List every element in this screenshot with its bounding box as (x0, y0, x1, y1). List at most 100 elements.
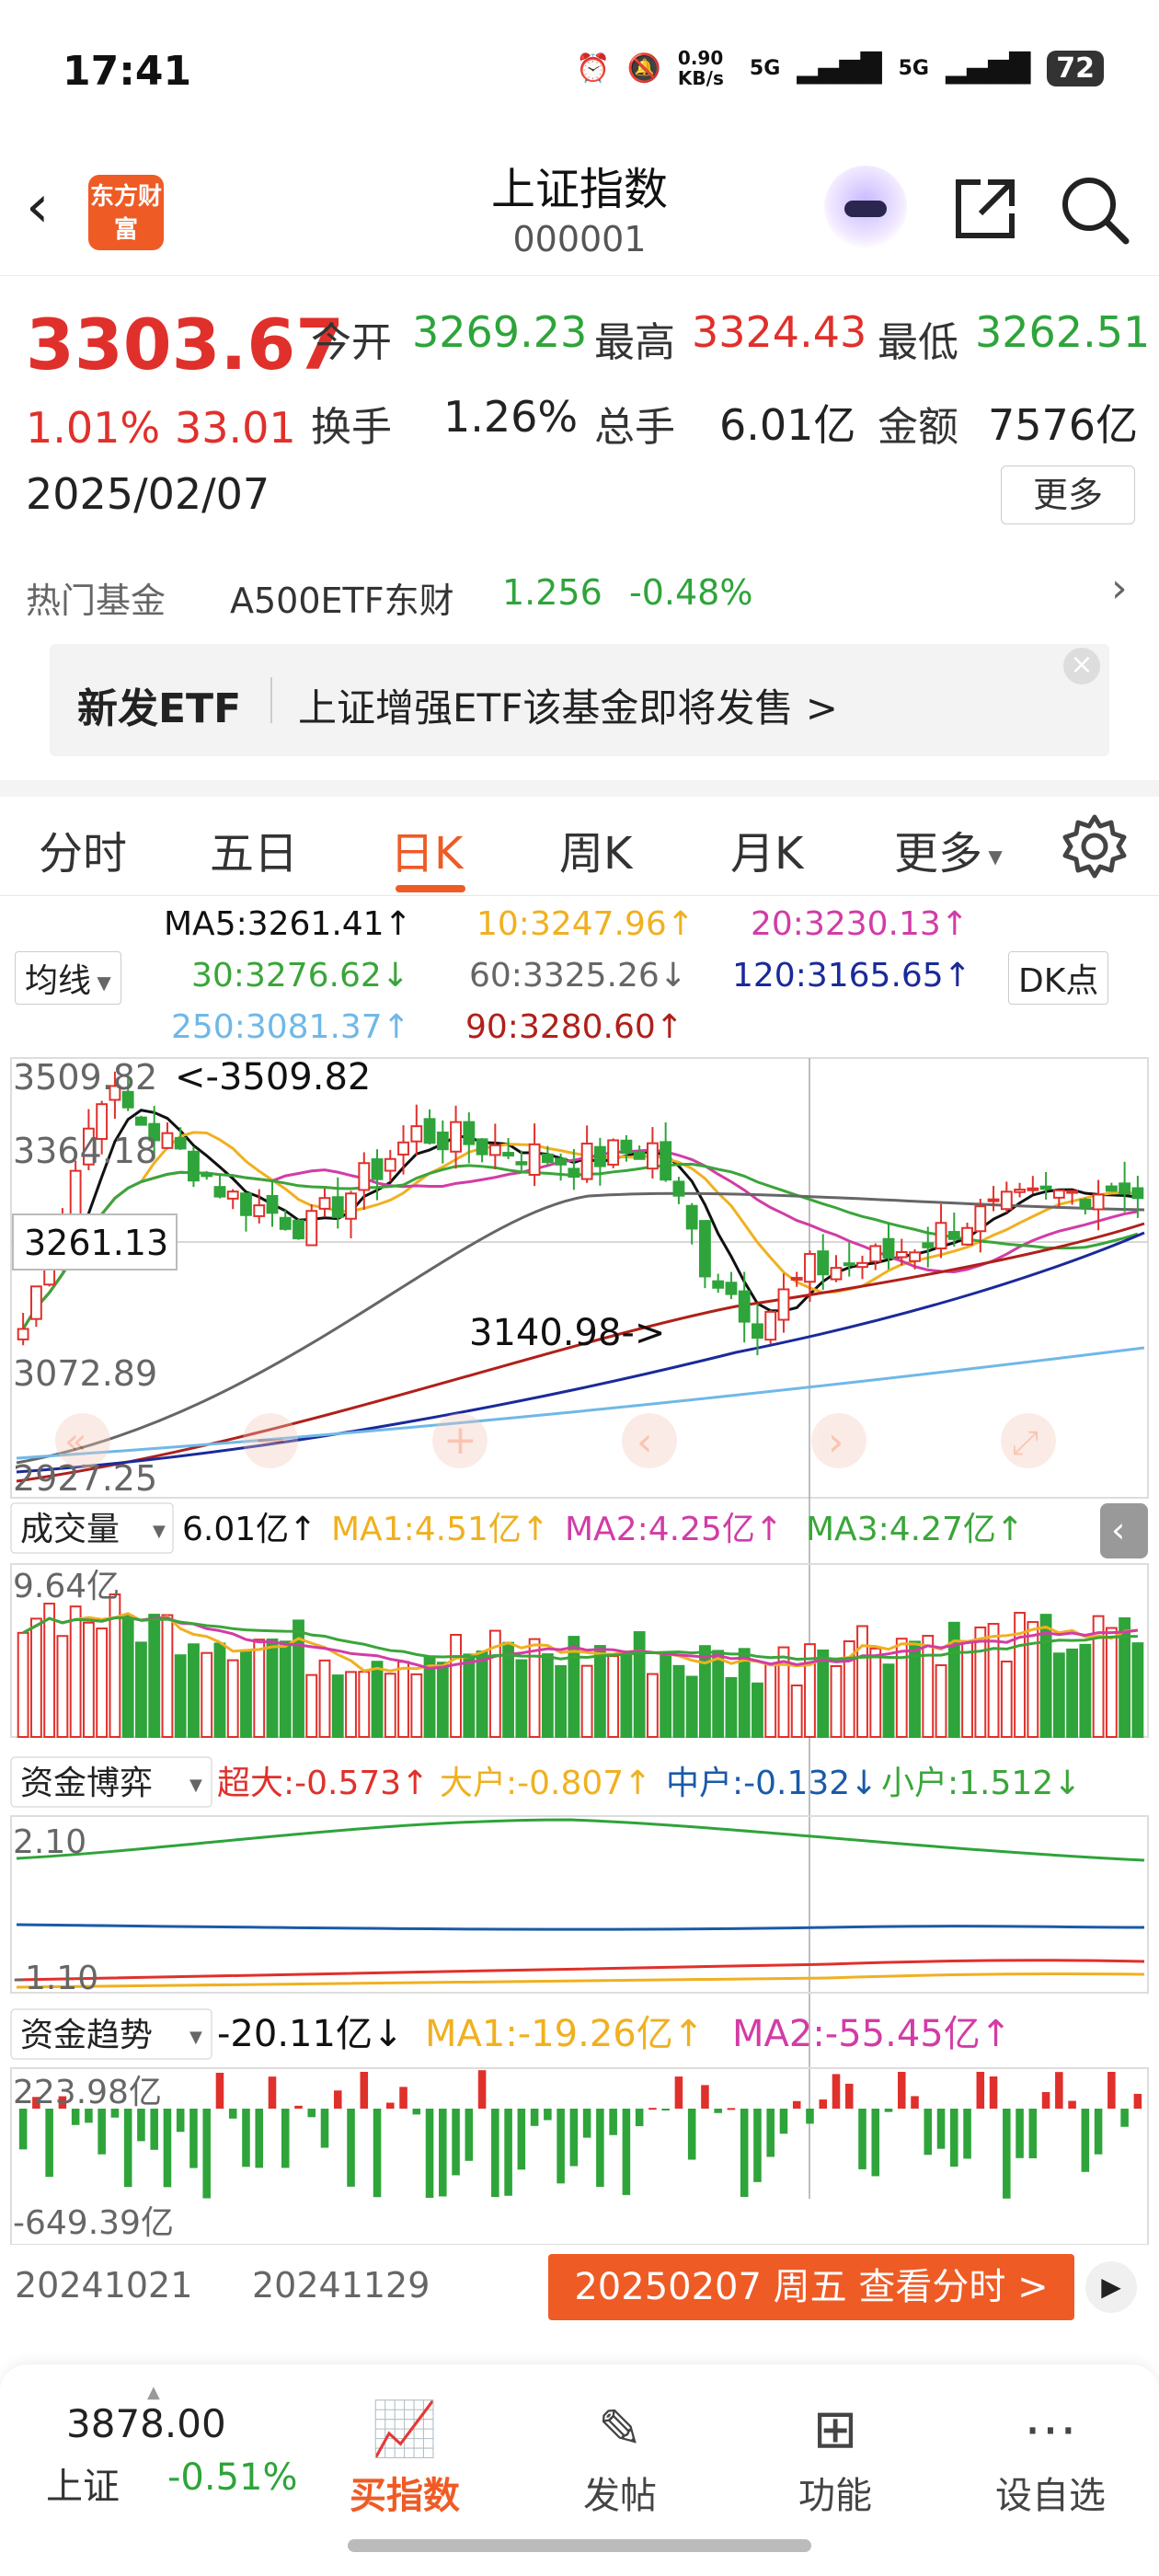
index-percent: -0.51% (167, 2456, 298, 2499)
capital-trend-bars (18, 2070, 1142, 2199)
candle-body (213, 1186, 226, 1198)
gear-icon[interactable] (1058, 810, 1131, 883)
tab-5day[interactable]: 五日 (210, 817, 298, 881)
capital-trend-bar (98, 2109, 106, 2155)
capital-trend-bar (832, 2074, 841, 2109)
volume-bar (148, 1614, 161, 1738)
candle-body (161, 1132, 174, 1149)
capital-trend-bar (1068, 2100, 1076, 2109)
volume-label: 总手 (594, 404, 675, 451)
index-value[interactable]: 3878.00 (66, 2401, 226, 2446)
change-percent: 1.01% (26, 403, 161, 453)
candle-body (450, 1121, 462, 1153)
volume-bar (226, 1659, 239, 1739)
status-time: 17:41 (63, 48, 192, 95)
capital-trend-bar (176, 2109, 185, 2133)
last-price: 3303.67 (26, 304, 345, 385)
candle-body (633, 1151, 646, 1160)
add-watchlist-button[interactable]: ⋯ 设自选 (977, 2392, 1124, 2519)
candle-body (869, 1245, 882, 1263)
play-icon[interactable]: ▶ (1085, 2261, 1137, 2313)
share-icon[interactable] (947, 173, 1021, 247)
more-button[interactable]: 更多 (1001, 466, 1135, 524)
ma-selector[interactable]: 均线 ▼ (15, 951, 121, 1005)
close-icon[interactable]: × (1063, 648, 1100, 684)
kline-axis-2: 3364.18 (13, 1131, 157, 1171)
ma20-value: 20:3230.13↑ (751, 905, 969, 943)
back-icon[interactable]: ‹ (26, 175, 81, 239)
capital-trend-bar (215, 2073, 224, 2109)
candle-body (1000, 1190, 1013, 1211)
ai-assistant-icon[interactable] (824, 166, 907, 248)
index-name: 上证 (46, 2466, 120, 2508)
volume-bar (1052, 1652, 1065, 1738)
buy-index-label: 买指数 (350, 2475, 460, 2517)
chevron-left-icon: ‹ (1111, 1510, 1125, 1550)
etf-banner[interactable]: 新发ETF 上证增强ETF该基金即将发售 > × (50, 644, 1109, 756)
candle-body (463, 1121, 476, 1145)
candle-body (69, 1169, 82, 1217)
caret-down-icon: ▼ (982, 845, 1003, 868)
ma60-value: 60:3325.26↓ (469, 957, 687, 995)
functions-button[interactable]: ⊞ 功能 (762, 2392, 909, 2519)
capital-trend-bar (1028, 2109, 1038, 2158)
candle-body (764, 1310, 777, 1341)
capital-trend-bar (596, 2109, 604, 2188)
period-tabs: 分时 五日 日K 周K 月K 更多 ▼ (0, 800, 1159, 896)
volume-bar (17, 1631, 29, 1739)
ma-selector-label: 均线 (25, 962, 92, 1000)
hot-fund-row[interactable]: 热门基金 A500ETF东财 1.256 -0.48% › (0, 561, 1159, 626)
volume-bar (961, 1641, 973, 1738)
capital-trend-bar (911, 2096, 919, 2109)
candle-body (660, 1141, 672, 1181)
capital-trend-bar (924, 2109, 933, 2156)
candle-body (947, 1231, 960, 1240)
volume-bar (410, 1673, 423, 1739)
capital-trend-bar (884, 2109, 893, 2112)
dk-point-toggle[interactable]: DK点 (1008, 951, 1109, 1005)
kline-charts[interactable]: 3509.82 3364.18 3072.89 2927.25 <-3509.8… (0, 1049, 1159, 2245)
volume-bar (266, 1639, 279, 1739)
brand-logo[interactable]: 东方财富 (88, 175, 164, 250)
candle-body (410, 1125, 423, 1143)
tab-daily-k[interactable]: 日K (390, 817, 463, 881)
minus-icon: − (254, 1417, 288, 1464)
capital-trend-bar (1081, 2109, 1090, 2172)
volume-bar (476, 1650, 488, 1738)
mid-value: 中户:-0.132↓ (666, 1765, 878, 1802)
capital-trend-bar (897, 2072, 906, 2109)
volume-bar (1079, 1643, 1092, 1738)
candle-body (371, 1158, 384, 1180)
candle-body (555, 1157, 568, 1166)
post-button[interactable]: ✎ 发帖 (546, 2392, 694, 2519)
candle-body (1105, 1185, 1118, 1192)
tab-monthly-k[interactable]: 月K (730, 817, 803, 881)
tab-weekly-k[interactable]: 周K (559, 817, 632, 881)
status-bar: 17:41 ⏰ 🔕 0.90 KB/s 5G ▂▄▆█ 5G ▂▄▆█ 72 (0, 0, 1159, 147)
divider (270, 677, 272, 723)
volume-selector-label: 成交量 (20, 1511, 120, 1548)
volume-bar (240, 1650, 252, 1739)
capital-trend-bar (674, 2076, 683, 2109)
date-start: 20241021 (15, 2265, 193, 2306)
home-indicator[interactable] (348, 2539, 811, 2552)
candle-body (226, 1190, 239, 1200)
volume-bar (358, 1671, 371, 1738)
high-marker: <-3509.82 (175, 1056, 371, 1098)
volume-ma2: MA2:4.25亿↑ (565, 1511, 783, 1548)
tab-intraday[interactable]: 分时 (39, 817, 127, 881)
buy-index-button[interactable]: 📈 买指数 (331, 2392, 478, 2519)
volume-bar (43, 1603, 56, 1739)
search-icon[interactable] (1058, 173, 1131, 247)
capital-trend-bar (753, 2109, 762, 2182)
capital-trend-bar (517, 2109, 526, 2170)
capital-trend-bar (1107, 2072, 1116, 2109)
alarm-icon: ⏰ (576, 52, 611, 85)
candle-body (909, 1251, 921, 1262)
volume-bar (502, 1641, 515, 1738)
candle-body (804, 1252, 816, 1283)
candle-body (752, 1323, 763, 1340)
view-intraday-button[interactable]: 20250207 周五 查看分时 > (548, 2254, 1074, 2320)
tab-more[interactable]: 更多 ▼ (894, 817, 1003, 881)
chart-controls: « − + ‹ › ⤢ (55, 1413, 1056, 1468)
